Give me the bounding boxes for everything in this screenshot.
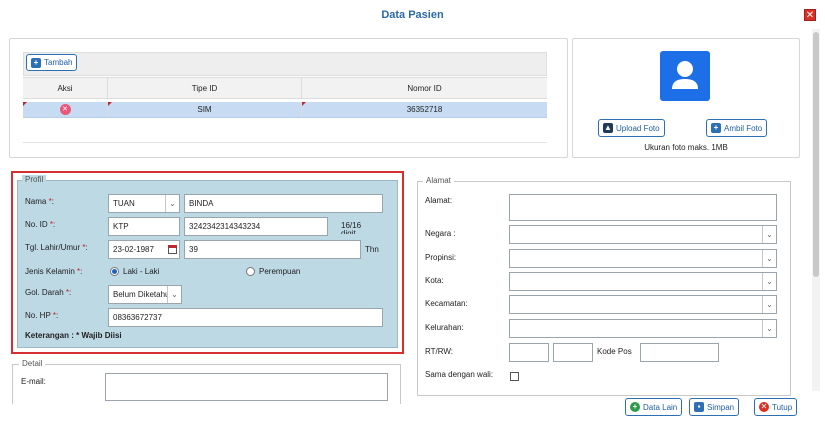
gol-label: Gol. Darah *: [25, 288, 72, 297]
dialog-title: Data Pasien [381, 9, 444, 21]
keterangan: Keterangan : * Wajib Diisi [25, 331, 122, 340]
remove-circle-icon[interactable]: ✕ [59, 104, 71, 115]
umur-input[interactable]: 39 [184, 240, 361, 259]
kota-label: Kota: [425, 276, 444, 285]
negara-label: Negara : [425, 229, 456, 238]
alamat-label: Alamat: [425, 196, 453, 205]
jk-female-radio[interactable] [246, 267, 255, 276]
scrollbar-thumb[interactable] [813, 32, 819, 277]
photo-size-note: Ukuran foto maks. 1MB [644, 143, 728, 152]
col-tipe-id: Tipe ID [108, 78, 302, 98]
alamat-input[interactable] [509, 194, 777, 221]
save-icon: ▪ [694, 402, 704, 412]
detail-legend: Detail [19, 359, 46, 368]
close-circle-icon: ✕ [759, 402, 769, 412]
ambil-foto-label: Ambil Foto [724, 123, 763, 133]
kelurahan-label: Kelurahan: [425, 323, 464, 332]
col-aksi: Aksi [23, 78, 108, 98]
gol-darah-select[interactable]: Belum Diketahui ⌄ [108, 285, 182, 304]
calendar-icon[interactable] [168, 245, 177, 254]
profil-legend: Profil [22, 175, 47, 184]
chevron-down-icon: ⌄ [165, 195, 179, 212]
kecamatan-label: Kecamatan: [425, 299, 468, 308]
noid-type-input[interactable]: KTP [108, 217, 180, 236]
noid-count: 16/16 digit [341, 221, 362, 235]
jk-female-label[interactable]: Perempuan [259, 267, 300, 276]
simpan-button[interactable]: ▪ Simpan [689, 398, 740, 416]
wali-label: Sama dengan wali: [425, 370, 494, 379]
col-nomor-id: Nomor ID [407, 83, 442, 93]
jk-label: Jenis Kelamin *: [25, 267, 83, 276]
id-grid-toolbar [23, 52, 547, 76]
edit-marker-icon [108, 102, 112, 106]
row-nomor-value: 36352718 [406, 105, 443, 114]
propinsi-select[interactable]: ⌄ [509, 249, 777, 268]
id-grid-body [23, 119, 547, 143]
add-file-icon: + [31, 57, 41, 68]
upload-foto-label: Upload Foto [616, 123, 660, 133]
row-nomor-cell[interactable]: 36352718 [302, 102, 547, 117]
hp-input[interactable]: 08363672737 [108, 308, 383, 327]
edit-marker-icon [302, 102, 306, 106]
rtrw-label: RT/RW: [425, 347, 454, 356]
data-lain-label: Data Lain [643, 402, 678, 412]
ambil-foto-button[interactable]: + Ambil Foto [706, 119, 768, 137]
gol-darah-value: Belum Diketahui [113, 290, 167, 299]
close-icon[interactable]: ✕ [804, 9, 816, 21]
upload-icon: ▲ [603, 123, 613, 133]
jk-male-radio[interactable] [110, 267, 119, 276]
chevron-down-icon: ⌄ [762, 320, 776, 337]
noid-label: No. ID *: [25, 220, 56, 229]
rt-input[interactable] [509, 343, 549, 362]
wali-checkbox[interactable] [510, 372, 519, 381]
alamat-legend: Alamat [423, 176, 454, 185]
email-label: E-mail: [21, 377, 46, 386]
row-tipe-value: SIM [197, 105, 212, 114]
propinsi-label: Propinsi: [425, 253, 457, 262]
nama-label: Nama *: [25, 197, 54, 206]
user-avatar-icon [660, 51, 710, 101]
data-lain-button[interactable]: + Data Lain [625, 398, 683, 416]
plus-circle-icon: + [630, 402, 640, 412]
simpan-label: Simpan [707, 402, 735, 412]
jk-male-label[interactable]: Laki - Laki [123, 267, 159, 276]
email-input[interactable] [105, 373, 388, 401]
upload-foto-button[interactable]: ▲ Upload Foto [598, 119, 665, 137]
kelurahan-select[interactable]: ⌄ [509, 319, 777, 338]
umur-unit: Thn [365, 245, 379, 254]
chevron-down-icon: ⌄ [167, 286, 181, 303]
nama-title-select[interactable]: TUAN ⌄ [108, 194, 180, 213]
edit-marker-icon [23, 102, 27, 106]
nama-input[interactable]: BINDA [184, 194, 383, 213]
chevron-down-icon: ⌄ [762, 250, 776, 267]
tgl-lahir-input[interactable]: 23-02-1987 [108, 240, 180, 259]
camera-file-icon: + [711, 123, 721, 133]
negara-select[interactable]: ⌄ [509, 225, 777, 244]
id-grid-header: Aksi Tipe ID Nomor ID [23, 77, 547, 99]
tgl-lahir-value: 23-02-1987 [113, 245, 154, 254]
row-aksi-cell: ✕ [23, 102, 108, 117]
kecamatan-select[interactable]: ⌄ [509, 295, 777, 314]
kodepos-label: Kode Pos [597, 347, 632, 356]
kota-select[interactable]: ⌄ [509, 272, 777, 291]
row-tipe-cell[interactable]: SIM [108, 102, 302, 117]
tambah-label: Tambah [44, 58, 73, 67]
tutup-label: Tutup [772, 402, 793, 412]
table-row[interactable]: ✕ SIM 36352718 [23, 102, 547, 118]
tutup-button[interactable]: ✕ Tutup [754, 398, 798, 416]
kodepos-input[interactable] [640, 343, 719, 362]
tambah-button[interactable]: + Tambah [26, 54, 78, 71]
tgl-label: Tgl. Lahir/Umur *: [25, 243, 88, 252]
chevron-down-icon: ⌄ [762, 296, 776, 313]
rw-input[interactable] [553, 343, 593, 362]
chevron-down-icon: ⌄ [762, 226, 776, 243]
chevron-down-icon: ⌄ [762, 273, 776, 290]
hp-label: No. HP *: [25, 311, 59, 320]
nama-title-value: TUAN [113, 199, 135, 208]
noid-input[interactable]: 3242342314343234 [184, 217, 328, 236]
